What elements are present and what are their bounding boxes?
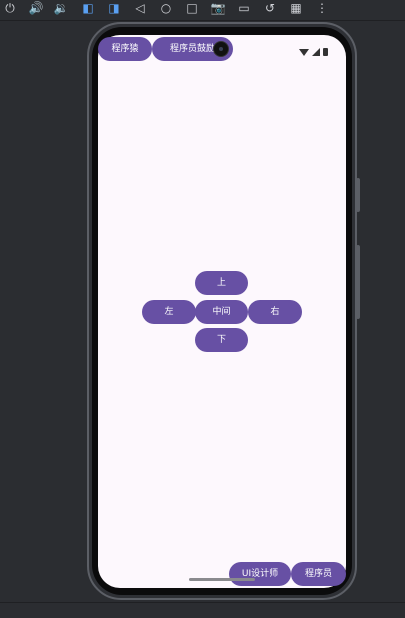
back-icon[interactable]: ◁ [132,1,148,15]
emulator-toolbar: ⏻ 🔊 🔉 ◧ ◨ ◁ ○ □ 📷 ▭ ↺ ▦ ⋮ [0,0,405,20]
bottom-divider [0,602,405,603]
record-icon[interactable]: ▭ [236,1,252,15]
signal-icon [312,48,320,56]
rotate-left-icon[interactable]: ◧ [80,1,96,15]
top-left-button[interactable]: 程序猿 [98,37,152,61]
screenshot-icon[interactable]: 📷 [210,1,226,15]
toolbar-divider [0,20,405,21]
camera-cutout-icon [213,41,229,57]
center-button[interactable]: 中间 [195,300,248,324]
up-button[interactable]: 上 [195,271,248,295]
bottom-left-button[interactable]: UI设计师 [229,562,291,586]
right-button[interactable]: 右 [248,300,302,324]
power-side-button[interactable] [356,245,360,319]
more-icon[interactable]: ⋮ [314,1,330,15]
power-icon[interactable]: ⏻ [2,1,18,15]
bottom-right-button[interactable]: 程序员 [291,562,346,586]
home-icon[interactable]: ○ [158,1,174,15]
rewind-icon[interactable]: ↺ [262,1,278,15]
volume-down-icon[interactable]: 🔉 [53,1,69,15]
gesture-home-bar[interactable] [189,578,255,581]
battery-icon [323,48,328,56]
volume-up-icon[interactable]: 🔊 [28,1,44,15]
left-button[interactable]: 左 [142,300,196,324]
snapshot-icon[interactable]: ▦ [288,1,304,15]
down-button[interactable]: 下 [195,328,248,352]
wifi-icon [299,48,309,56]
rotate-right-icon[interactable]: ◨ [106,1,122,15]
status-bar-icons [299,47,328,57]
overview-icon[interactable]: □ [184,1,200,15]
volume-side-button[interactable] [356,178,360,212]
